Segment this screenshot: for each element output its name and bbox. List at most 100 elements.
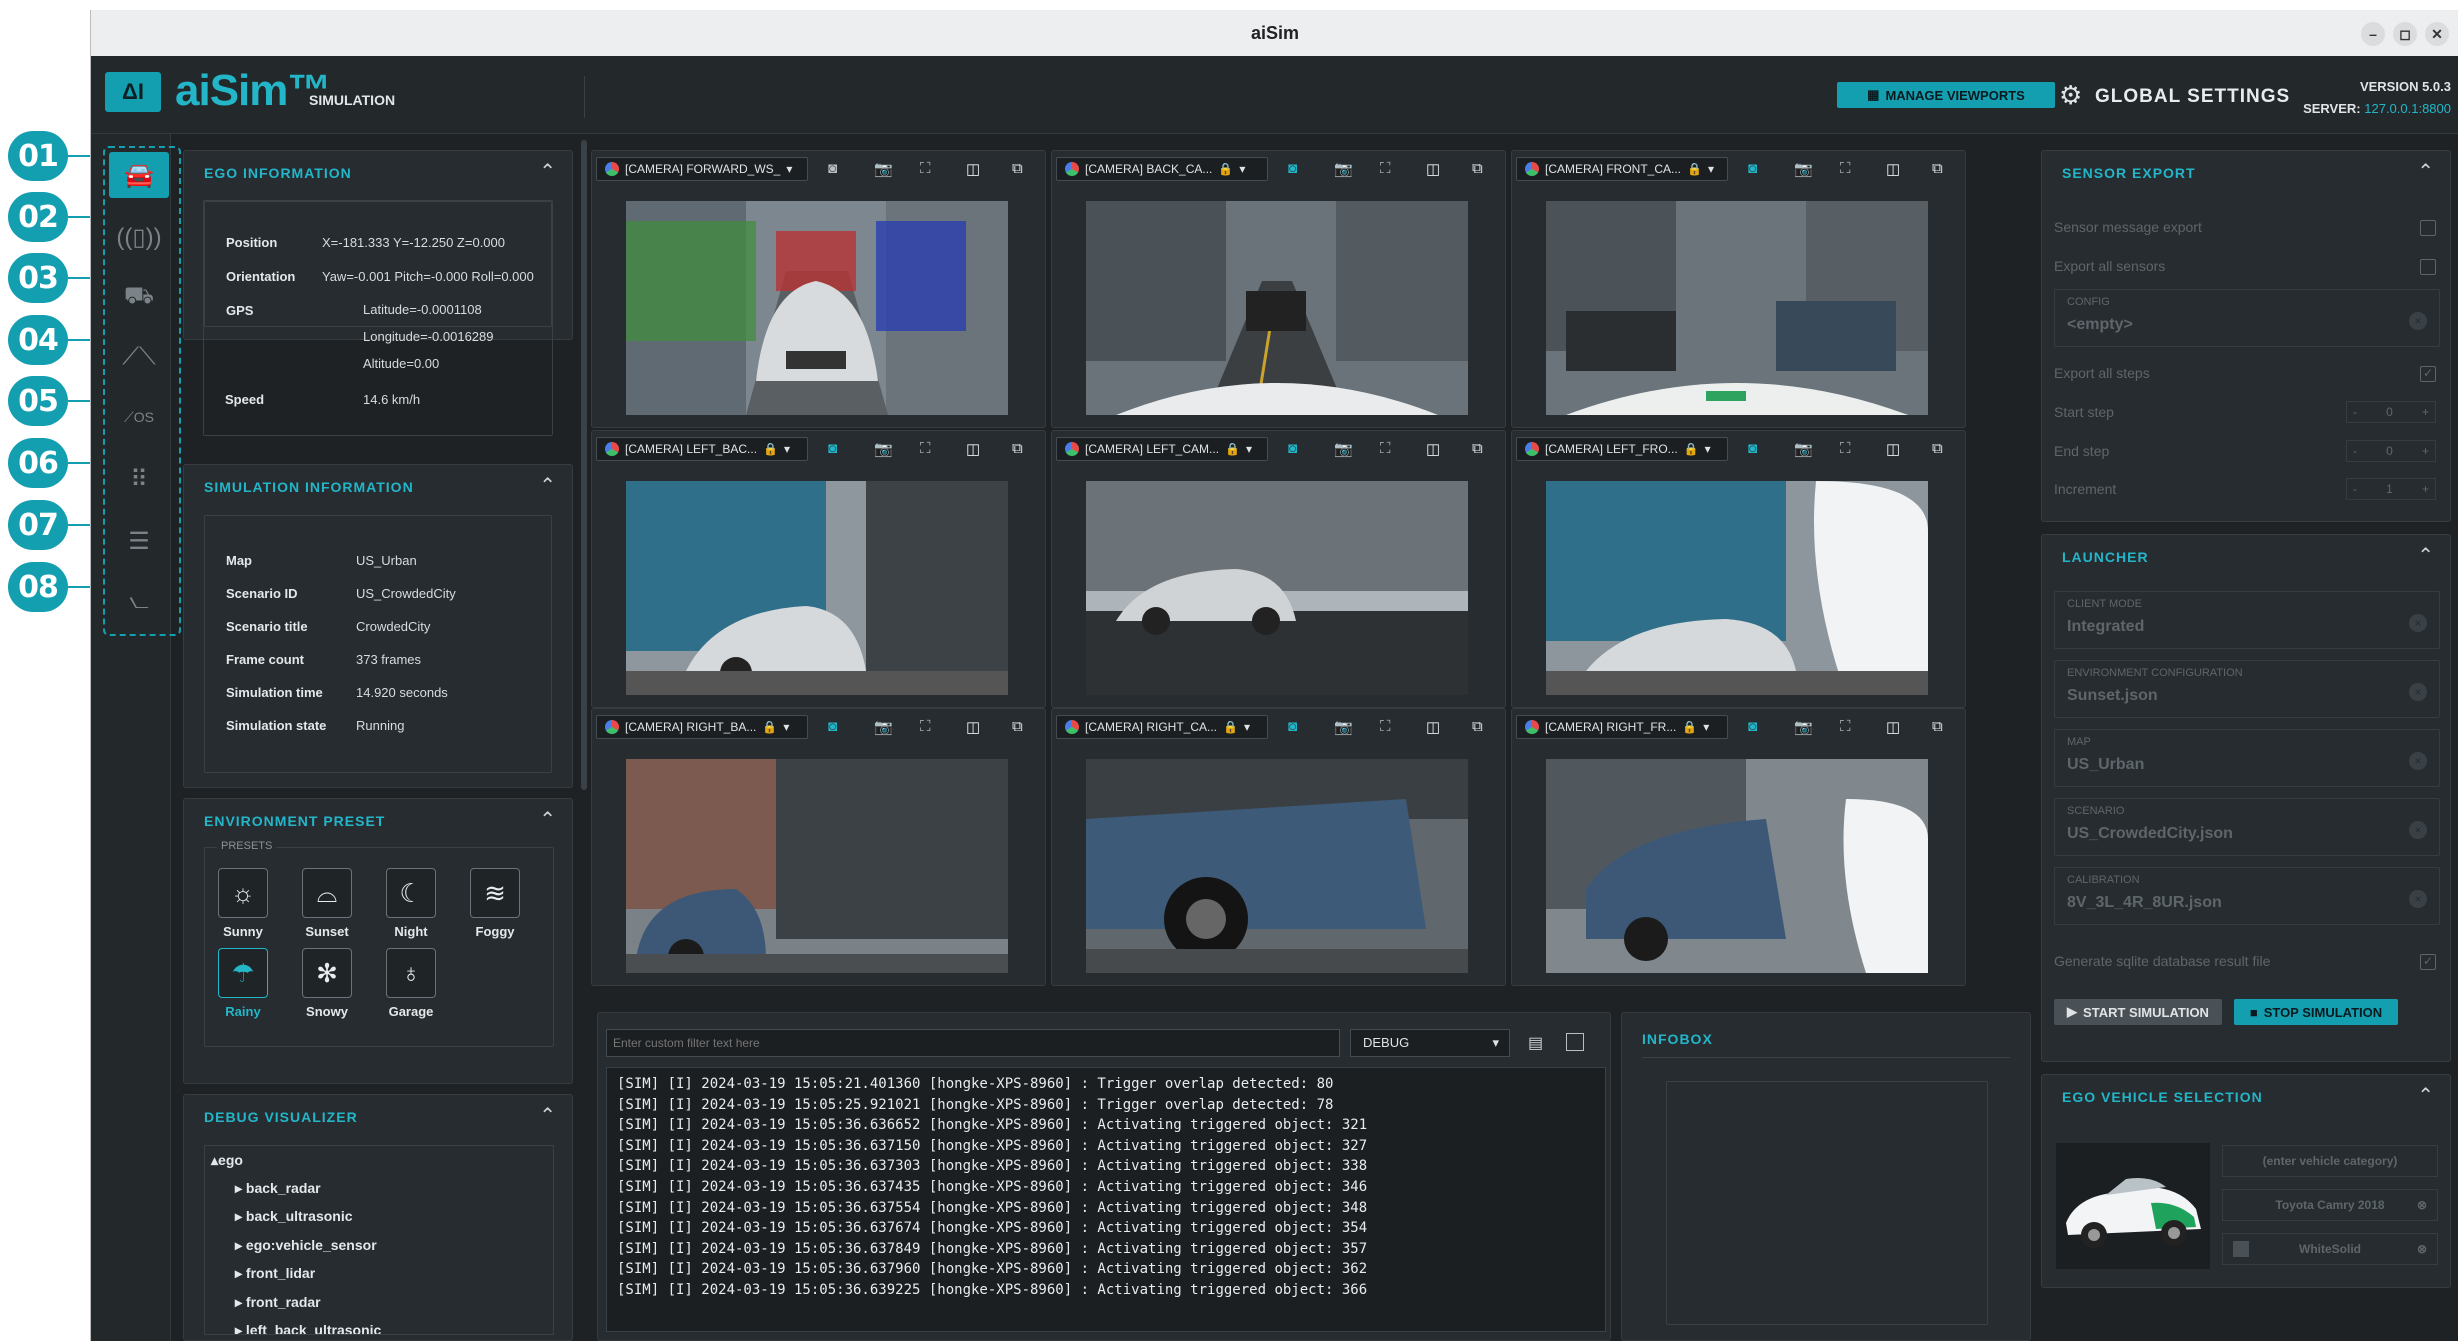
focus-icon[interactable]: ⛶ — [1380, 160, 1391, 177]
preset-sunny[interactable]: ☼ Sunny — [213, 868, 273, 939]
camera-icon[interactable]: 📷 — [874, 718, 893, 736]
collapse-chevron-icon[interactable]: ⌃ — [539, 473, 556, 498]
collapse-chevron-icon[interactable]: ⌃ — [539, 159, 556, 184]
focus-icon[interactable]: ⛶ — [1840, 160, 1851, 177]
collapse-chevron-icon[interactable]: ⌃ — [2417, 1083, 2434, 1108]
camera-icon[interactable]: 📷 — [1334, 160, 1353, 178]
road-icon[interactable]: ⟋⟍ — [109, 334, 169, 380]
clear-icon[interactable]: × — [2409, 614, 2427, 632]
split-icon[interactable]: ◫ — [966, 440, 980, 458]
expand-icon[interactable]: ⧉ — [1012, 718, 1023, 735]
expand-icon[interactable]: ⧉ — [1472, 718, 1483, 735]
tree-node[interactable]: ▸ front_lidar — [235, 1265, 315, 1282]
focus-icon[interactable]: ⛶ — [1380, 718, 1391, 735]
record-icon[interactable]: ◙ — [1288, 440, 1297, 457]
camera-icon[interactable]: 📷 — [874, 440, 893, 458]
environment-configuration-field[interactable]: ENVIRONMENT CONFIGURATION Sunset.json × — [2054, 660, 2440, 718]
sensor-message-export-checkbox[interactable] — [2420, 220, 2436, 236]
camera-icon[interactable]: 📷 — [1794, 440, 1813, 458]
export-all-sensors-checkbox[interactable] — [2420, 259, 2436, 275]
collapse-chevron-icon[interactable]: ⌃ — [539, 1103, 556, 1128]
camera-selector[interactable]: [CAMERA] RIGHT_FR... 🔒 ▾ — [1516, 715, 1728, 739]
focus-icon[interactable]: ⛶ — [920, 718, 931, 735]
client-mode-field[interactable]: CLIENT MODE Integrated × — [2054, 591, 2440, 649]
focus-icon[interactable]: ⛶ — [1840, 718, 1851, 735]
log-filter-input[interactable] — [606, 1029, 1340, 1057]
left-scrollbar[interactable] — [581, 140, 587, 790]
clear-icon[interactable]: ⊗ — [2417, 1198, 2427, 1212]
clear-icon[interactable]: × — [2409, 890, 2427, 908]
gear-icon[interactable]: ⚙ — [2059, 80, 2082, 111]
camera-icon[interactable]: 📷 — [1334, 718, 1353, 736]
record-icon[interactable]: ◙ — [1748, 718, 1757, 735]
expand-icon[interactable]: ⧉ — [1472, 160, 1483, 177]
record-icon[interactable]: ◙ — [1748, 160, 1757, 177]
collapse-chevron-icon[interactable]: ⌃ — [2417, 159, 2434, 184]
tree-node[interactable]: ▸ front_radar — [235, 1294, 321, 1311]
tree-node[interactable]: ▸ left_back_ultrasonic — [235, 1322, 381, 1334]
preset-rainy[interactable]: ☂ Rainy — [213, 948, 273, 1019]
export-all-steps-checkbox[interactable]: ✓ — [2420, 366, 2436, 382]
car-icon[interactable]: 🚘 — [109, 152, 169, 198]
tree-node[interactable]: ▸ back_ultrasonic — [235, 1208, 353, 1225]
start-step-stepper[interactable]: -0 + — [2346, 401, 2436, 423]
camera-selector[interactable]: [CAMERA] BACK_CA... 🔒 ▾ — [1056, 157, 1268, 181]
calibration-field[interactable]: CALIBRATION 8V_3L_4R_8UR.json × — [2054, 867, 2440, 925]
preset-sunset[interactable]: ⌓ Sunset — [297, 868, 357, 939]
record-icon[interactable]: ◙ — [1288, 718, 1297, 735]
split-icon[interactable]: ◫ — [966, 160, 980, 178]
sqlite-checkbox[interactable]: ✓ — [2420, 954, 2436, 970]
split-icon[interactable]: ◫ — [1886, 160, 1900, 178]
expand-icon[interactable]: ⧉ — [1472, 440, 1483, 457]
network-icon[interactable]: ☰ — [109, 518, 169, 564]
chart-icon[interactable]: ⦦ — [109, 578, 169, 624]
clear-icon[interactable]: × — [2409, 821, 2427, 839]
vehicle-color-select[interactable]: WhiteSolid ⊗ — [2222, 1233, 2438, 1265]
collapse-chevron-icon[interactable]: ⌃ — [2417, 543, 2434, 568]
log-clear-icon[interactable] — [1566, 1033, 1584, 1051]
record-icon[interactable]: ◙ — [828, 718, 837, 735]
expand-icon[interactable]: ⧉ — [1932, 440, 1943, 457]
camera-icon[interactable]: 📷 — [874, 160, 893, 178]
focus-icon[interactable]: ⛶ — [1840, 440, 1851, 457]
apps-grid-icon[interactable]: ⠿ — [109, 456, 169, 502]
close-button[interactable]: ✕ — [2425, 22, 2449, 46]
vehicle-setup-icon[interactable]: ⛟ — [109, 274, 169, 320]
clear-icon[interactable]: × — [2409, 752, 2427, 770]
scenario-field[interactable]: SCENARIO US_CrowdedCity.json × — [2054, 798, 2440, 856]
record-icon[interactable]: ◙ — [1748, 440, 1757, 457]
log-level-select[interactable]: DEBUG ▾ — [1350, 1029, 1510, 1057]
split-icon[interactable]: ◫ — [1886, 718, 1900, 736]
end-step-stepper[interactable]: -0 + — [2346, 440, 2436, 462]
camera-icon[interactable]: 📷 — [1794, 718, 1813, 736]
increment-stepper[interactable]: -1 + — [2346, 478, 2436, 500]
split-icon[interactable]: ◫ — [966, 718, 980, 736]
minimize-button[interactable]: – — [2361, 22, 2385, 46]
expand-icon[interactable]: ⧉ — [1012, 160, 1023, 177]
preset-snowy[interactable]: ✻ Snowy — [297, 948, 357, 1019]
split-icon[interactable]: ◫ — [1426, 440, 1440, 458]
expand-icon[interactable]: ⧉ — [1932, 718, 1943, 735]
preset-garage[interactable]: ♁ Garage — [381, 948, 441, 1019]
expand-icon[interactable]: ⧉ — [1012, 440, 1023, 457]
manage-viewports-button[interactable]: ▦ MANAGE VIEWPORTS — [1837, 82, 2055, 108]
clear-icon[interactable]: × — [2409, 683, 2427, 701]
maximize-button[interactable]: ◻ — [2393, 22, 2417, 46]
split-icon[interactable]: ◫ — [1886, 440, 1900, 458]
road-os-icon[interactable]: ⟋ OS — [109, 394, 169, 440]
collapse-chevron-icon[interactable]: ⌃ — [539, 807, 556, 832]
expand-icon[interactable]: ⧉ — [1932, 160, 1943, 177]
stop-simulation-button[interactable]: ■ STOP SIMULATION — [2234, 999, 2398, 1025]
focus-icon[interactable]: ⛶ — [920, 160, 931, 177]
record-icon[interactable]: ◙ — [828, 440, 837, 457]
clear-icon[interactable]: ⊗ — [2417, 1242, 2427, 1256]
camera-icon[interactable]: 📷 — [1334, 440, 1353, 458]
focus-icon[interactable]: ⛶ — [920, 440, 931, 457]
config-field[interactable]: CONFIG <empty> × — [2054, 289, 2440, 347]
camera-selector[interactable]: [CAMERA] LEFT_FRO... 🔒 ▾ — [1516, 437, 1728, 461]
tree-node[interactable]: ▴ego — [211, 1152, 243, 1169]
record-icon[interactable]: ◙ — [1288, 160, 1297, 177]
vehicle-model-select[interactable]: Toyota Camry 2018 ⊗ — [2222, 1189, 2438, 1221]
record-icon[interactable]: ◙ — [828, 160, 837, 177]
start-simulation-button[interactable]: ▶ START SIMULATION — [2054, 999, 2222, 1025]
